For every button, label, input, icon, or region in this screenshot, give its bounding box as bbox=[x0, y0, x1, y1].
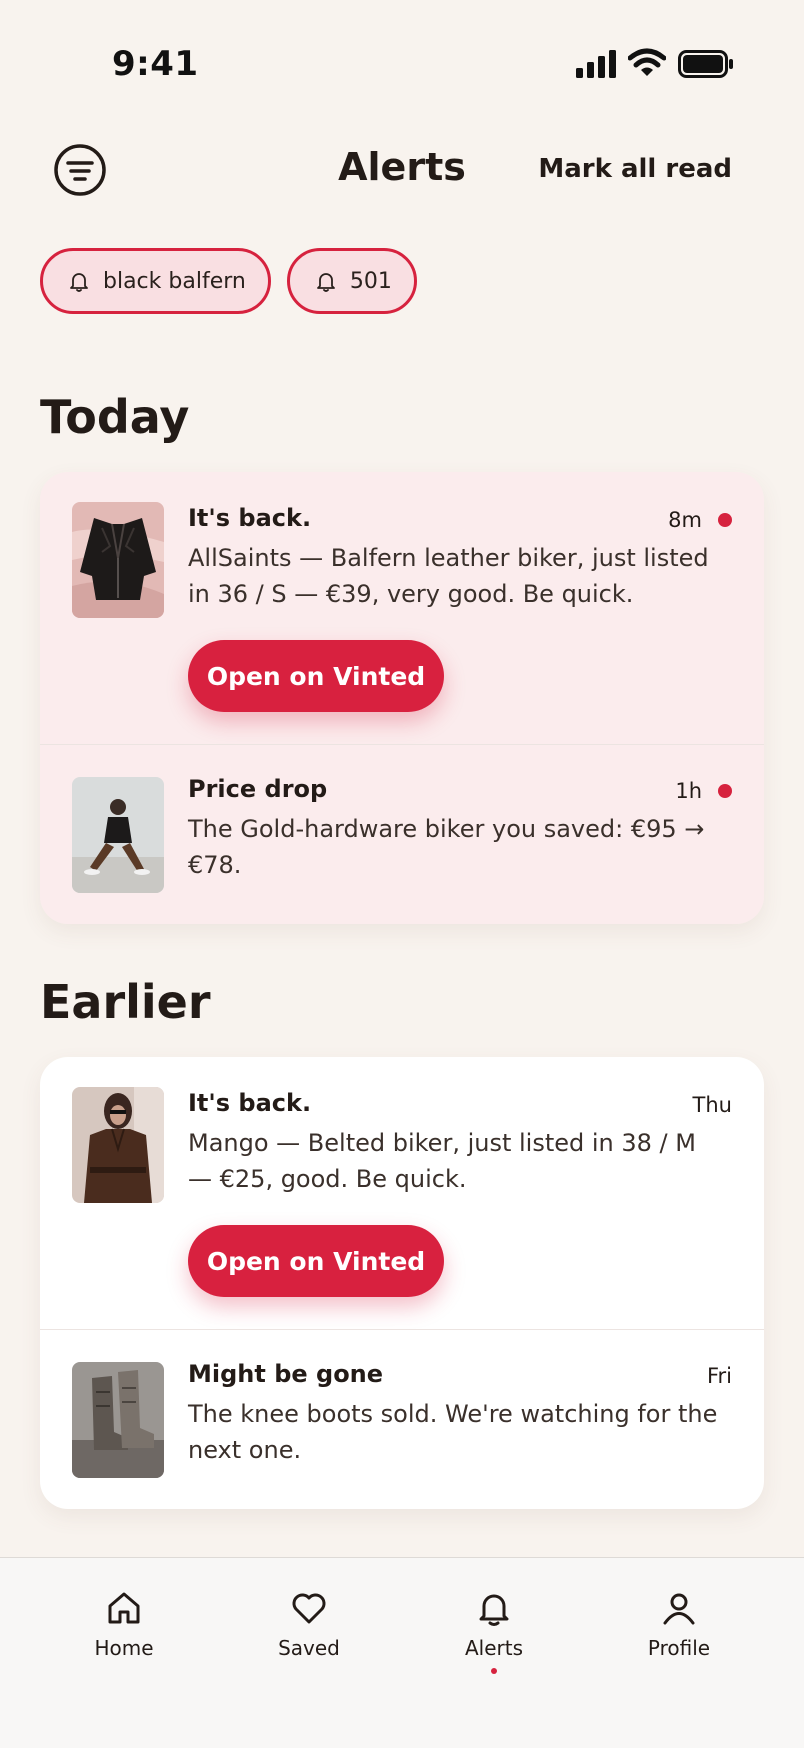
header: Alerts Mark all read bbox=[0, 130, 804, 210]
knee-boots-thumbnail bbox=[72, 1362, 164, 1478]
bell-icon bbox=[479, 1594, 509, 1626]
person-icon bbox=[663, 1593, 695, 1625]
alert-body: The knee boots sold. We're watching for … bbox=[188, 1400, 718, 1464]
alert-item[interactable]: It's back. Thu Mango — Belted biker, jus… bbox=[40, 1057, 764, 1329]
saved-search-chips: black balfern 501 bbox=[40, 248, 417, 314]
open-on-vinted-button[interactable]: Open on Vinted bbox=[188, 1225, 444, 1297]
tab-label: Alerts bbox=[464, 1636, 524, 1660]
signal-icon bbox=[576, 50, 616, 78]
chip-501[interactable]: 501 bbox=[286, 248, 417, 314]
alert-time: 1h bbox=[675, 779, 702, 803]
mark-all-read-button[interactable]: Mark all read bbox=[538, 154, 732, 184]
alert-title: Might be gone bbox=[188, 1360, 384, 1388]
bell-icon bbox=[316, 273, 335, 292]
alert-item[interactable]: Price drop 1h The Gold-hardware biker yo… bbox=[40, 744, 764, 924]
unread-dot bbox=[718, 513, 732, 527]
tab-label: Home bbox=[94, 1636, 154, 1660]
home-icon bbox=[108, 1592, 140, 1624]
tab-label: Profile bbox=[647, 1636, 711, 1660]
wifi-icon bbox=[628, 48, 666, 76]
bottom-tab-bar: Home Saved Alerts Profile bbox=[0, 1557, 804, 1748]
belted-biker-thumbnail bbox=[72, 1087, 164, 1203]
chip-black-balfern[interactable]: black balfern bbox=[40, 248, 271, 314]
section-title-today: Today bbox=[40, 390, 190, 444]
tab-label: Saved bbox=[278, 1636, 340, 1660]
bell-icon bbox=[70, 273, 88, 292]
tab-profile[interactable]: Profile bbox=[614, 1588, 744, 1660]
chip-label: 501 bbox=[349, 268, 392, 294]
leather-jacket-thumbnail bbox=[72, 502, 164, 618]
alert-time: 8m bbox=[668, 508, 702, 532]
biker-photo-thumbnail bbox=[72, 777, 164, 893]
alert-title: It's back. bbox=[188, 504, 312, 532]
chip-label: black balfern bbox=[103, 268, 246, 294]
active-tab-indicator bbox=[491, 1668, 497, 1674]
section-title-earlier: Earlier bbox=[40, 975, 211, 1029]
alert-item[interactable]: Might be gone Fri The knee boots sold. W… bbox=[40, 1329, 764, 1509]
open-on-vinted-button[interactable]: Open on Vinted bbox=[188, 640, 444, 712]
tab-saved[interactable]: Saved bbox=[244, 1588, 374, 1660]
alert-body: Mango — Belted biker, just listed in 38 … bbox=[188, 1129, 696, 1193]
today-alerts-card: It's back. 8m AllSaints — Balfern leathe… bbox=[40, 472, 764, 924]
tab-alerts[interactable]: Alerts bbox=[429, 1588, 559, 1674]
alert-body: AllSaints — Balfern leather biker, just … bbox=[188, 544, 709, 608]
alert-time: Fri bbox=[706, 1364, 732, 1388]
alert-title: It's back. bbox=[188, 1089, 312, 1117]
heart-icon bbox=[292, 1593, 326, 1624]
alert-time: Thu bbox=[692, 1093, 732, 1117]
earlier-alerts-card: It's back. Thu Mango — Belted biker, jus… bbox=[40, 1057, 764, 1509]
status-bar: 9:41 bbox=[0, 0, 804, 130]
alert-body: The Gold-hardware biker you saved: €95 →… bbox=[188, 815, 705, 879]
alert-item[interactable]: It's back. 8m AllSaints — Balfern leathe… bbox=[40, 472, 764, 744]
battery-icon bbox=[678, 50, 733, 78]
status-time: 9:41 bbox=[112, 44, 199, 84]
unread-dot bbox=[718, 784, 732, 798]
tab-home[interactable]: Home bbox=[59, 1588, 189, 1660]
alert-title: Price drop bbox=[188, 775, 328, 803]
